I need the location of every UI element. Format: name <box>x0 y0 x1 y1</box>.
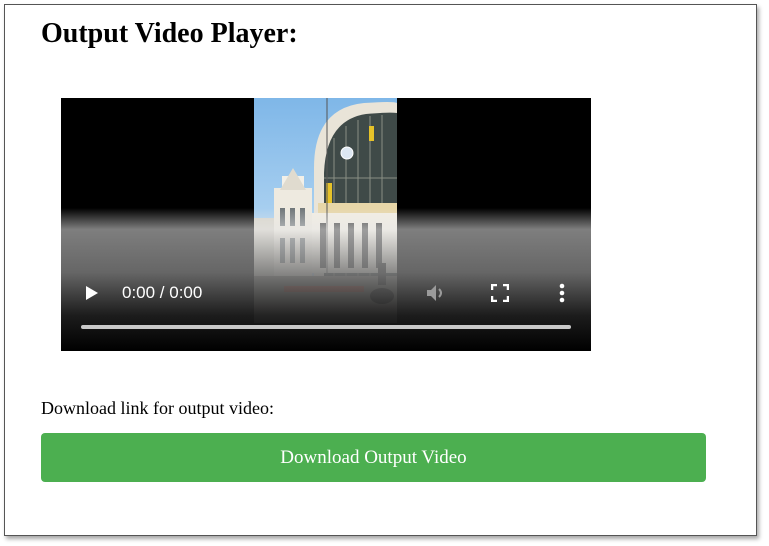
fullscreen-icon[interactable] <box>487 280 513 306</box>
page-frame: Output Video Player: 0:00 / 0:00 Downloa… <box>4 4 757 536</box>
download-label: Download link for output video: <box>41 398 274 418</box>
seek-bar[interactable] <box>81 325 571 329</box>
page-title: Output Video Player: <box>41 18 298 49</box>
download-button[interactable]: Download Output Video <box>41 433 706 482</box>
video-player[interactable]: 0:00 / 0:00 <box>61 98 591 351</box>
more-options-icon[interactable] <box>549 280 575 306</box>
time-display: 0:00 / 0:00 <box>122 283 203 302</box>
play-icon[interactable] <box>79 280 105 306</box>
video-controls: 0:00 / 0:00 <box>61 274 591 314</box>
volume-muted-icon[interactable] <box>423 280 449 306</box>
